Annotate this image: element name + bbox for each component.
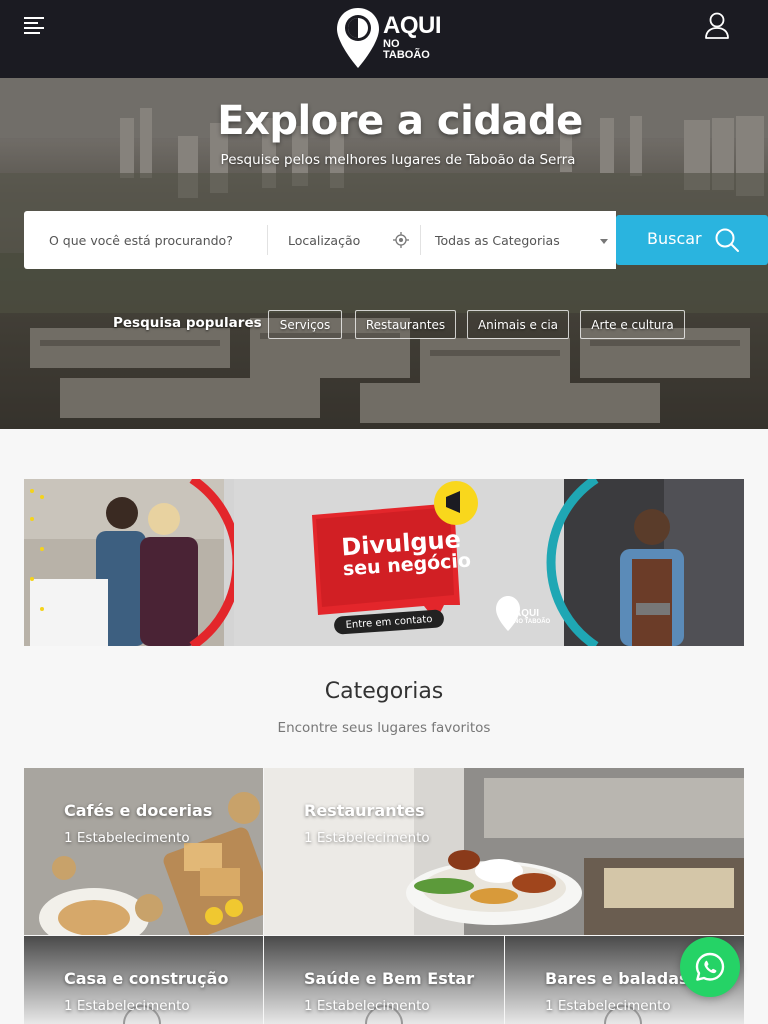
category-card-saude[interactable]: Saúde e Bem Estar 1 Estabelecimento <box>264 936 504 1024</box>
location-pin-icon <box>337 8 379 68</box>
popular-searches-label: Pesquisa populares <box>113 315 262 331</box>
banner-logo-line-2: NO TABOÃO <box>514 619 551 625</box>
chevron-down-icon <box>600 239 608 244</box>
cafes-image <box>24 768 263 935</box>
hamburger-menu-icon[interactable] <box>24 17 44 34</box>
whatsapp-icon <box>695 952 725 981</box>
popular-tag-animais[interactable]: Animais e cia <box>467 310 569 339</box>
popular-tag-restaurantes[interactable]: Restaurantes <box>355 310 456 339</box>
category-count: 1 Estabelecimento <box>304 998 430 1014</box>
category-select[interactable]: Todas as Categorias <box>435 211 615 269</box>
user-icon[interactable] <box>704 12 730 40</box>
category-name: Saúde e Bem Estar <box>304 969 475 988</box>
category-card-cafes[interactable]: Cafés e docerias 1 Estabelecimento <box>24 768 263 935</box>
search-button-label: Buscar <box>647 229 702 248</box>
logo-line-2: NO TABOÃO <box>383 38 430 61</box>
search-divider <box>420 225 421 255</box>
banner-headline: Divulgue seu negócio <box>340 525 471 580</box>
search-bar: O que você está procurando? Localização … <box>24 211 616 269</box>
search-icon <box>715 228 739 252</box>
hero-title: Explore a cidade <box>217 98 583 144</box>
category-count: 1 Estabelecimento <box>304 830 430 846</box>
category-count: 1 Estabelecimento <box>64 998 190 1014</box>
site-logo[interactable]: AQUI NO TABOÃO <box>335 6 442 72</box>
categories-title: Categorias <box>324 679 444 704</box>
category-count: 1 Estabelecimento <box>545 998 671 1014</box>
category-count: 1 Estabelecimento <box>64 830 190 846</box>
categories-subtitle: Encontre seus lugares favoritos <box>277 720 491 736</box>
top-navigation-bar: AQUI NO TABOÃO <box>0 0 768 78</box>
logo-line-1: AQUI <box>383 12 442 39</box>
restaurantes-image <box>264 768 744 935</box>
crosshair-location-icon[interactable] <box>393 232 409 248</box>
category-card-restaurantes[interactable]: Restaurantes 1 Estabelecimento <box>264 768 744 935</box>
popular-tag-servicos[interactable]: Serviços <box>268 310 342 339</box>
search-button[interactable]: Buscar <box>616 215 768 265</box>
banner-logo: AQUI NO TABOÃO <box>514 608 551 626</box>
category-name: Casa e construção <box>64 969 229 988</box>
category-name: Restaurantes <box>304 801 425 820</box>
hero-section: Explore a cidade Pesquise pelos melhores… <box>0 78 768 429</box>
category-name: Cafés e docerias <box>64 801 213 820</box>
banner-logo-line-1: AQUI <box>514 608 539 619</box>
popular-tag-arte-cultura[interactable]: Arte e cultura <box>580 310 685 339</box>
category-name: Bares e baladas <box>545 969 689 988</box>
search-what-input[interactable]: O que você está procurando? <box>49 211 259 269</box>
advertise-banner[interactable]: Divulgue seu negócio Entre em contato AQ… <box>24 479 744 646</box>
category-card-casa[interactable]: Casa e construção 1 Estabelecimento <box>24 936 263 1024</box>
whatsapp-chat-button[interactable] <box>680 937 740 997</box>
hero-subtitle: Pesquise pelos melhores lugares de Taboã… <box>220 152 576 168</box>
search-divider <box>267 225 268 255</box>
logo-wordmark: AQUI NO TABOÃO <box>383 12 442 61</box>
